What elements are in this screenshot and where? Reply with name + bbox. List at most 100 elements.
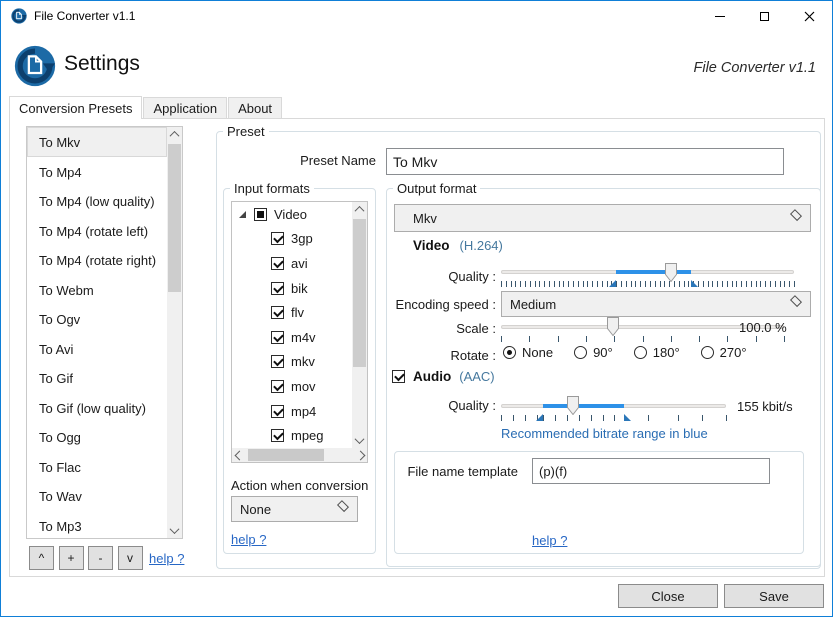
- tick-mark: [645, 281, 646, 287]
- preset-list-item[interactable]: To Mp4 (low quality): [27, 186, 167, 216]
- preset-list[interactable]: To MkvTo Mp4To Mp4 (low quality)To Mp4 (…: [26, 126, 183, 539]
- encoding-speed-label: Encoding speed :: [296, 297, 496, 312]
- format-label: mov: [291, 379, 316, 394]
- preset-list-item[interactable]: To Webm: [27, 275, 167, 305]
- tree-row-format[interactable]: 3gp: [232, 227, 352, 252]
- scroll-right-button[interactable]: [353, 448, 367, 462]
- preset-list-item[interactable]: To Wav: [27, 481, 167, 511]
- tab-bar: Conversion Presets Application About: [9, 96, 282, 119]
- tree-row-video[interactable]: Video: [232, 202, 352, 227]
- scroll-left-button[interactable]: [232, 448, 246, 462]
- preset-move-up-button[interactable]: ^: [29, 546, 54, 570]
- rotate-radio-180deg[interactable]: 180°: [634, 345, 680, 360]
- tree-horizontal-scrollbar[interactable]: [232, 448, 367, 462]
- chevron-down-icon: [355, 434, 365, 444]
- preset-add-button[interactable]: +: [59, 546, 84, 570]
- preset-list-item[interactable]: To Mp4 (rotate right): [27, 245, 167, 275]
- preset-list-item[interactable]: To Mp4: [27, 157, 167, 187]
- preset-list-item[interactable]: To Ogg: [27, 422, 167, 452]
- preset-group-label: Preset: [223, 124, 269, 139]
- window: File Converter v1.1 Settings File Conver…: [0, 0, 833, 617]
- title-bar[interactable]: File Converter v1.1: [1, 1, 832, 31]
- scrollbar-thumb[interactable]: [248, 449, 324, 461]
- audio-checkbox[interactable]: [392, 370, 405, 383]
- format-checkbox[interactable]: [271, 331, 284, 344]
- format-label: mpeg: [291, 428, 324, 443]
- rotate-radio-90deg[interactable]: 90°: [574, 345, 613, 360]
- format-checkbox[interactable]: [271, 405, 284, 418]
- tick-mark: [732, 281, 733, 287]
- bitrate-note: Recommended bitrate range in blue: [501, 426, 708, 441]
- tab-application[interactable]: Application: [143, 97, 227, 119]
- preset-list-item[interactable]: To Mkv: [27, 127, 167, 157]
- preset-remove-button[interactable]: -: [88, 546, 113, 570]
- minimize-button[interactable]: [697, 1, 742, 31]
- chevron-down-icon: [170, 524, 180, 534]
- tab-conversion-presets[interactable]: Conversion Presets: [9, 96, 142, 119]
- scrollbar-thumb[interactable]: [353, 219, 366, 367]
- tick-mark: [770, 281, 771, 287]
- format-checkbox[interactable]: [271, 232, 284, 245]
- preset-list-item[interactable]: To Flac: [27, 452, 167, 482]
- app-version: File Converter v1.1: [694, 60, 817, 76]
- preset-toolbar: ^+-v help ?: [29, 546, 184, 570]
- tab-about[interactable]: About: [228, 97, 282, 119]
- preset-list-item[interactable]: To Gif: [27, 363, 167, 393]
- tree-root-label: Video: [274, 207, 307, 222]
- output-format-dropdown[interactable]: Mkv: [394, 204, 811, 232]
- input-formats-help-link[interactable]: help ?: [231, 532, 266, 547]
- preset-move-down-button[interactable]: v: [118, 546, 143, 570]
- tree-row-format[interactable]: mpeg: [232, 423, 352, 448]
- file-name-template-input[interactable]: [532, 458, 770, 484]
- tick-mark: [501, 281, 502, 287]
- scroll-down-button[interactable]: [167, 523, 182, 538]
- preset-list-item[interactable]: To Avi: [27, 334, 167, 364]
- scroll-down-button[interactable]: [352, 433, 367, 448]
- tree-expander-icon[interactable]: [239, 211, 246, 218]
- slider-thumb[interactable]: [567, 396, 579, 415]
- format-checkbox[interactable]: [271, 380, 284, 393]
- action-dropdown[interactable]: None: [231, 496, 358, 522]
- scroll-up-button[interactable]: [352, 202, 367, 217]
- format-checkbox[interactable]: [271, 355, 284, 368]
- slider-selection-range: [543, 404, 624, 408]
- tick-mark: [699, 336, 700, 342]
- rotate-radio-none[interactable]: None: [503, 345, 553, 360]
- rotate-radio-270deg[interactable]: 270°: [701, 345, 747, 360]
- scroll-up-button[interactable]: [167, 127, 182, 142]
- preset-name-input[interactable]: [386, 148, 784, 175]
- preset-list-item[interactable]: To Mp4 (rotate left): [27, 216, 167, 246]
- chevron-down-icon: [790, 295, 802, 307]
- maximize-button[interactable]: [742, 1, 787, 31]
- audio-title: Audio: [413, 369, 451, 384]
- encoding-speed-dropdown[interactable]: Medium: [501, 291, 811, 317]
- video-checkbox[interactable]: [254, 208, 267, 221]
- scrollbar-thumb[interactable]: [168, 144, 181, 292]
- format-checkbox[interactable]: [271, 306, 284, 319]
- close-window-button[interactable]: [787, 1, 832, 31]
- preset-list-item[interactable]: To Mp3: [27, 511, 167, 540]
- presets-help-link[interactable]: help ?: [149, 551, 184, 566]
- file-template-help-link[interactable]: help ?: [532, 533, 567, 548]
- tick-mark: [520, 281, 521, 287]
- format-checkbox[interactable]: [271, 282, 284, 295]
- preset-list-item[interactable]: To Ogv: [27, 304, 167, 334]
- save-button[interactable]: Save: [724, 584, 824, 608]
- tick-mark: [775, 281, 776, 287]
- video-quality-slider[interactable]: [501, 263, 794, 291]
- preset-list-scrollbar[interactable]: [167, 127, 182, 538]
- minimize-icon: [715, 16, 725, 17]
- audio-quality-slider[interactable]: [501, 396, 726, 424]
- slider-thumb[interactable]: [607, 317, 619, 336]
- tick-mark: [703, 281, 704, 287]
- tick-mark: [671, 336, 672, 342]
- tick-mark: [539, 281, 540, 287]
- tree-row-format[interactable]: mov: [232, 374, 352, 399]
- format-checkbox[interactable]: [271, 257, 284, 270]
- preset-list-item[interactable]: To Gif (low quality): [27, 393, 167, 423]
- tick-mark: [751, 281, 752, 287]
- slider-thumb[interactable]: [665, 263, 677, 282]
- format-checkbox[interactable]: [271, 429, 284, 442]
- slider-selection-range: [616, 270, 691, 274]
- close-button[interactable]: Close: [618, 584, 718, 608]
